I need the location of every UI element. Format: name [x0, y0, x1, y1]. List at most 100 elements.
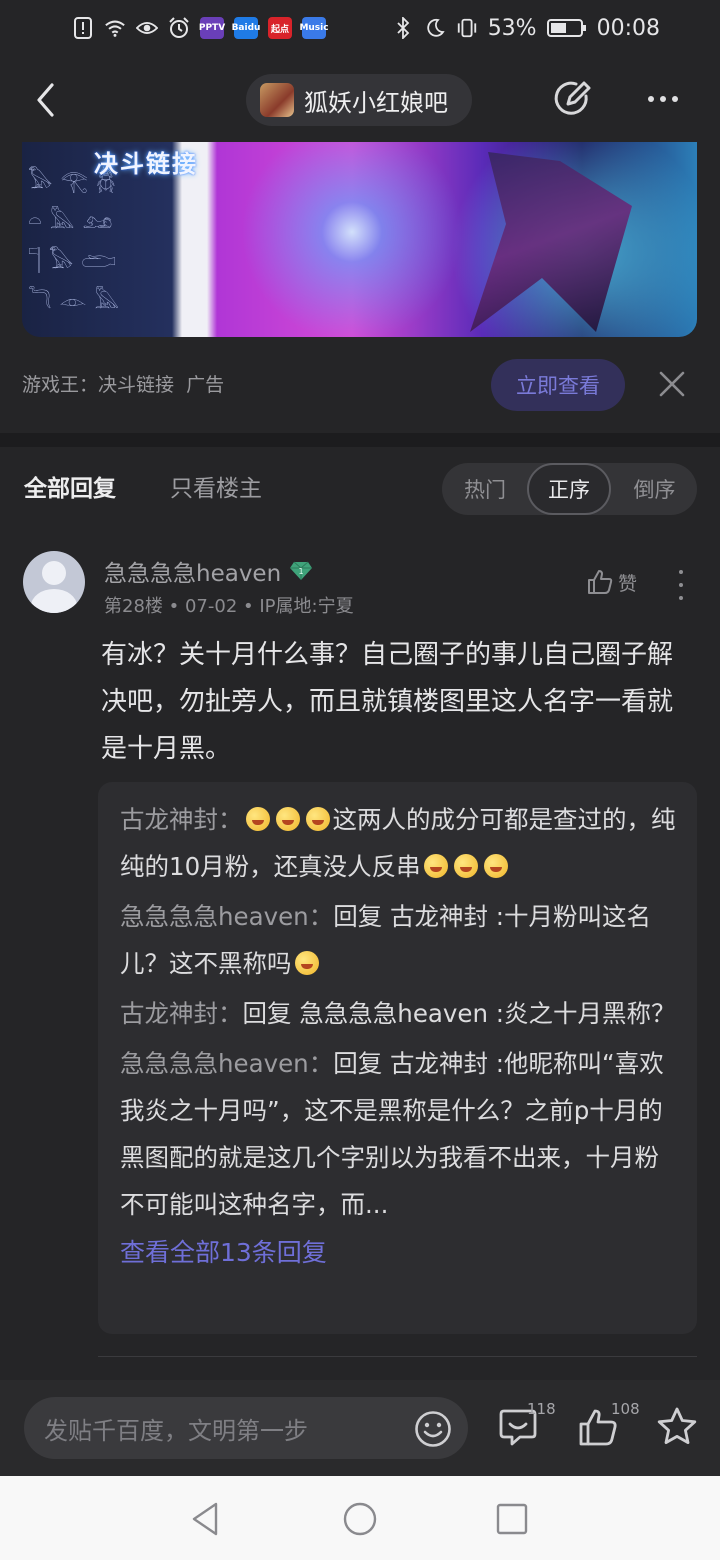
ad-source: 游戏王：决斗链接 广告: [22, 370, 224, 397]
username[interactable]: 急急急急heaven: [104, 554, 281, 588]
grin-emoji-icon: [275, 807, 300, 831]
dot-icon: [679, 570, 683, 574]
svg-text:1: 1: [299, 567, 304, 576]
post-date: 07-02: [184, 596, 238, 617]
forum-avatar: [260, 83, 294, 117]
star-icon: [657, 1407, 697, 1444]
sub-reply[interactable]: 古龙神封： 这两人的成分可都是查过的，纯纯的10月粉，还真没人反串: [120, 796, 677, 890]
grin-emoji-icon: [245, 807, 270, 831]
ad-logo: 决斗链接: [94, 150, 198, 178]
sub-reply-author[interactable]: 古龙神封：: [120, 999, 243, 1028]
reply-input[interactable]: 发贴千百度，文明第一步: [24, 1397, 468, 1459]
triangle-back-icon: [192, 1502, 218, 1536]
sub-reply-author[interactable]: 古龙神封：: [120, 805, 243, 834]
tab-all-replies[interactable]: 全部回复: [24, 469, 116, 503]
floor-number: 第28楼: [104, 596, 163, 617]
sub-reply[interactable]: 急急急急heaven：回复 古龙神封 :他昵称叫“喜欢我炎之十月吗”，这不是黑称…: [120, 1040, 677, 1228]
sub-reply-text: 回复 急急急急heaven :炎之十月黑称？: [242, 999, 676, 1028]
more-options-button[interactable]: [640, 78, 686, 120]
sub-reply[interactable]: 急急急急heaven：回复 古龙神封 :十月粉叫这名儿？这不黑称吗: [120, 893, 677, 987]
emoji-button[interactable]: [414, 1410, 452, 1448]
sort-descending-option[interactable]: 倒序: [612, 463, 697, 515]
back-button[interactable]: [26, 78, 66, 122]
baidu-app-icon: Baidu: [232, 17, 260, 39]
dot-icon: [679, 596, 683, 600]
cover-mouth-emoji-icon: [453, 854, 478, 878]
qidian-app-icon: 起点: [268, 17, 292, 39]
moon-icon: [424, 17, 446, 39]
sort-hot-option[interactable]: 热门: [442, 463, 528, 515]
comment-count: 118: [527, 1400, 556, 1418]
dot-icon: [679, 583, 683, 587]
status-right-icons: 53% 00:08: [392, 16, 660, 41]
tab-owner-only[interactable]: 只看楼主: [170, 469, 262, 503]
puzzled-emoji-icon: [294, 951, 319, 975]
cover-mouth-emoji-icon: [423, 854, 448, 878]
divider: [98, 1356, 697, 1357]
pptv-app-icon: PPTV: [199, 17, 225, 39]
like-label: 赞: [618, 572, 638, 595]
clock: 00:08: [596, 15, 660, 41]
status-bar: PPTV Baidu 起点 Music 53% 00:08: [0, 0, 720, 56]
ad-close-button[interactable]: [656, 368, 688, 400]
alert-icon: [72, 17, 94, 39]
post-author[interactable]: 急急急急heaven 1: [104, 554, 313, 588]
wifi-icon: [104, 17, 126, 39]
sub-reply-author[interactable]: 急急急急heaven：: [120, 1049, 333, 1078]
meta-separator: •: [168, 596, 185, 617]
music-app-icon: Music: [299, 17, 329, 39]
dot-icon: [648, 96, 654, 102]
status-left-icons: PPTV Baidu 起点 Music: [72, 17, 329, 39]
like-button[interactable]: 赞: [586, 568, 637, 596]
sub-replies-panel[interactable]: 古龙神封： 这两人的成分可都是查过的，纯纯的10月粉，还真没人反串 急急急急hea…: [98, 782, 697, 1334]
system-navigation-bar: [0, 1476, 720, 1560]
cover-mouth-emoji-icon: [483, 854, 508, 878]
nav-back-button[interactable]: [188, 1501, 224, 1537]
top-nav: 狐妖小红娘吧: [0, 56, 720, 142]
like-count: 108: [611, 1400, 640, 1418]
bottom-action-bar: 发贴千百度，文明第一步 118 108: [0, 1380, 720, 1476]
dot-icon: [660, 96, 666, 102]
diamond-level-icon: 1: [290, 561, 313, 580]
sub-reply[interactable]: 古龙神封：回复 急急急急heaven :炎之十月黑称？: [120, 990, 677, 1037]
bluetooth-icon: [392, 17, 414, 39]
forum-title-pill[interactable]: 狐妖小红娘吧: [246, 74, 472, 126]
post-meta: 第28楼 • 07-02 • IP属地:宁夏: [104, 592, 354, 618]
dot-icon: [672, 96, 678, 102]
alarm-icon: [168, 17, 190, 39]
circle-home-icon: [343, 1502, 377, 1536]
reply-filter-bar: 全部回复 只看楼主 热门 正序 倒序: [0, 447, 720, 527]
sort-ascending-option[interactable]: 正序: [527, 463, 611, 515]
nav-home-button[interactable]: [342, 1501, 378, 1537]
avatar[interactable]: [23, 551, 85, 613]
edit-button[interactable]: [552, 78, 592, 120]
sort-toggle: 热门 正序 倒序: [442, 463, 697, 515]
post-body: 有冰？关十月什么事？自己圈子的事儿自己圈子解决吧，勿扯旁人，而且就镇楼图里这人名…: [101, 640, 674, 764]
battery-percent: 53%: [487, 15, 537, 41]
reply-input-placeholder: 发贴千百度，文明第一步: [44, 1416, 308, 1445]
grin-emoji-icon: [305, 807, 330, 831]
chevron-left-icon: [37, 83, 54, 117]
eye-icon: [136, 17, 158, 39]
forum-name: 狐妖小红娘吧: [304, 88, 448, 117]
smiley-icon: [415, 1411, 451, 1447]
ip-location: IP属地:宁夏: [259, 596, 354, 617]
close-icon: [659, 371, 685, 397]
view-all-replies-link[interactable]: 查看全部13条回复: [120, 1231, 677, 1275]
favorite-button[interactable]: [656, 1406, 700, 1452]
meta-separator: •: [243, 596, 260, 617]
pencil-circle-icon: [554, 81, 591, 115]
square-recents-icon: [496, 1503, 528, 1535]
hieroglyph-pattern: 𓅃𓂀𓆣 𓏏𓅓𓃭 𓊹𓅃𓂧 𓆓𓁹𓅓: [28, 169, 127, 314]
post-more-button[interactable]: [674, 570, 688, 600]
thumbs-up-icon: [588, 570, 613, 594]
nav-recents-button[interactable]: [494, 1501, 530, 1537]
ad-banner-image[interactable]: 𓅃𓂀𓆣 𓏏𓅓𓃭 𓊹𓅃𓂧 𓆓𓁹𓅓 决斗链接: [22, 142, 697, 337]
ad-cta-button[interactable]: 立即查看: [491, 359, 625, 411]
sub-reply-author[interactable]: 急急急急heaven：: [120, 902, 333, 931]
ad-source-name: 游戏王：决斗链接: [22, 374, 175, 396]
vibrate-icon: [456, 17, 478, 39]
ad-tag: 广告: [186, 374, 225, 396]
monster-artwork: [470, 152, 632, 332]
section-divider: [0, 433, 720, 447]
